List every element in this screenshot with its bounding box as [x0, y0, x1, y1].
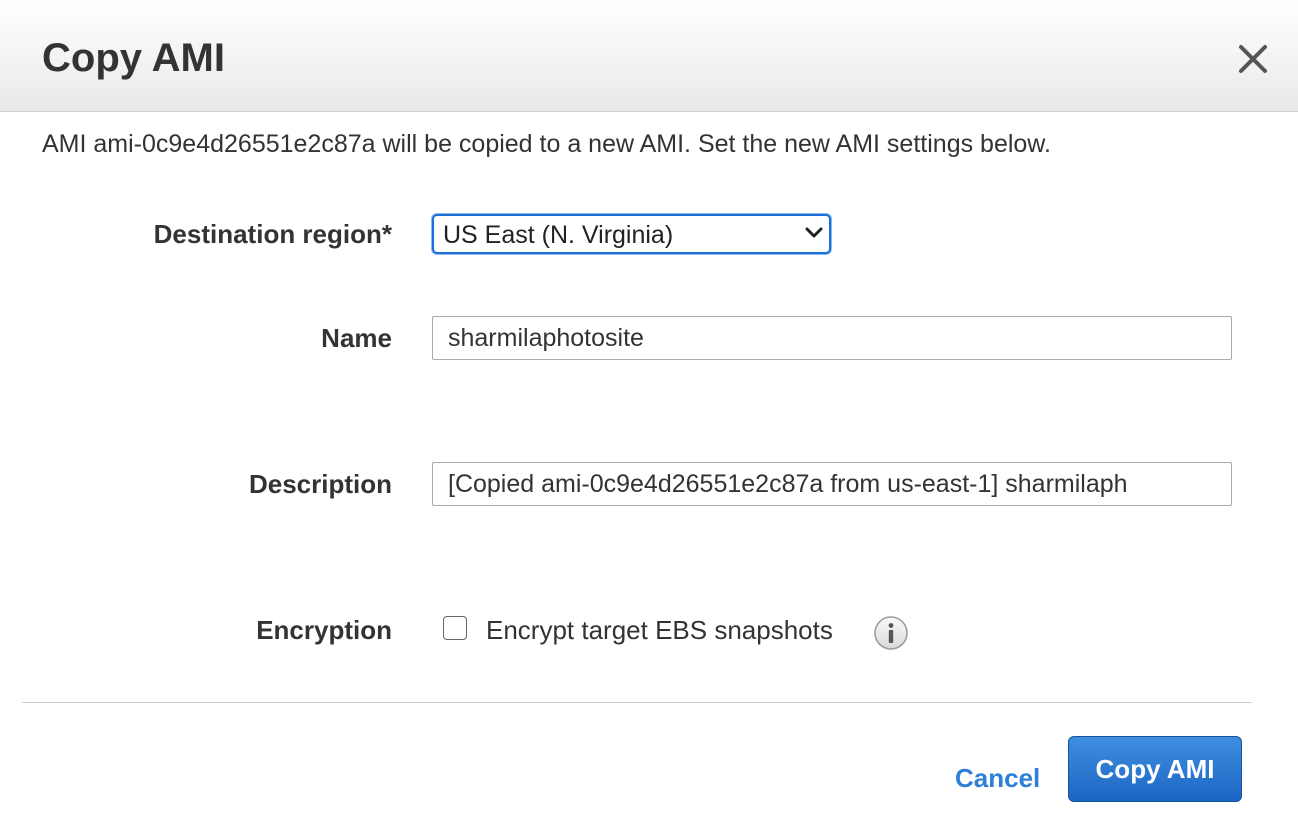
cancel-button[interactable]: Cancel — [955, 762, 1040, 794]
close-icon — [1239, 45, 1267, 73]
destination-region-label: Destination region* — [153, 219, 392, 249]
encrypt-snapshots-checkbox[interactable] — [443, 616, 467, 640]
name-input[interactable]: sharmilaphotosite — [432, 316, 1232, 360]
intro-text: AMI ami-0c9e4d26551e2c87a will be copied… — [42, 130, 1051, 158]
description-label: Description — [248, 469, 392, 499]
description-input-value: [Copied ami-0c9e4d26551e2c87a from us-ea… — [448, 470, 1128, 498]
info-icon — [874, 616, 908, 650]
destination-region-select[interactable]: US East (N. Virginia) — [432, 214, 831, 254]
chevron-down-icon — [805, 227, 823, 238]
destination-region-value: US East (N. Virginia) — [443, 221, 674, 249]
close-button[interactable] — [1232, 38, 1274, 80]
name-label: Name — [321, 323, 392, 353]
encrypt-snapshots-label[interactable]: Encrypt target EBS snapshots — [486, 614, 833, 646]
copy-ami-dialog: Copy AMI AMI ami-0c9e4d26551e2c87a will … — [0, 0, 1298, 838]
dialog-title: Copy AMI — [42, 36, 225, 80]
copy-ami-button[interactable]: Copy AMI — [1068, 736, 1242, 802]
info-button[interactable] — [873, 615, 909, 651]
description-input[interactable]: [Copied ami-0c9e4d26551e2c87a from us-ea… — [432, 462, 1232, 506]
encryption-label: Encryption — [256, 615, 392, 645]
dialog-header: Copy AMI — [0, 0, 1298, 112]
name-input-value: sharmilaphotosite — [448, 324, 644, 352]
footer-divider — [22, 702, 1252, 703]
